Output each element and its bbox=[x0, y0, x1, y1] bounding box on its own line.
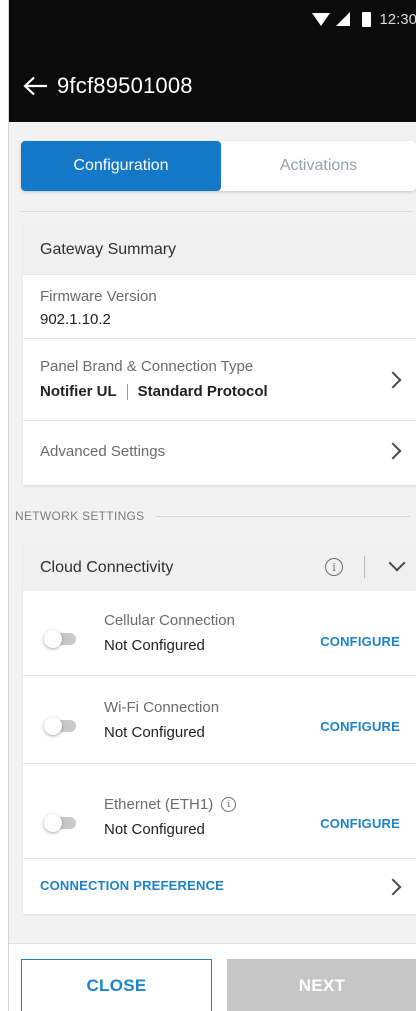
divider bbox=[156, 515, 410, 517]
wifi-icon bbox=[312, 12, 331, 26]
cellular-connection-status: Not Configured bbox=[104, 637, 205, 654]
tab-activations[interactable]: Activations bbox=[221, 141, 416, 191]
cellular-connection-text: Cellular Connection bbox=[104, 612, 235, 629]
advanced-settings-label: Advanced Settings bbox=[40, 442, 166, 460]
info-icon[interactable]: i bbox=[221, 797, 237, 812]
info-icon[interactable]: i bbox=[325, 558, 343, 576]
wifi-connection-row: Wi-Fi Connection Not Configured CONFIGUR… bbox=[23, 676, 416, 764]
cellular-toggle[interactable] bbox=[44, 630, 76, 648]
configure-wifi-button[interactable]: CONFIGURE bbox=[320, 719, 400, 734]
toggle-knob bbox=[44, 630, 62, 648]
connection-preference-label: CONNECTION PREFERENCE bbox=[40, 878, 225, 893]
cloud-connectivity-title: Cloud Connectivity bbox=[40, 558, 174, 576]
connection-type-value: Standard Protocol bbox=[137, 383, 268, 400]
ethernet-connection-label: Ethernet (ETH1) i bbox=[104, 796, 237, 813]
toggle-knob bbox=[44, 814, 62, 832]
cloud-connectivity-header: Cloud Connectivity i bbox=[23, 544, 416, 591]
chevron-down-icon[interactable] bbox=[388, 554, 406, 572]
configure-ethernet-button[interactable]: CONFIGURE bbox=[320, 816, 400, 831]
cellular-connection-row: Cellular Connection Not Configured CONFI… bbox=[23, 591, 416, 676]
ethernet-connection-status: Not Configured bbox=[104, 821, 205, 838]
status-bar: 12:30 bbox=[9, 0, 416, 38]
value-separator bbox=[126, 383, 128, 400]
battery-icon bbox=[362, 11, 372, 27]
gateway-summary-header: Gateway Summary bbox=[23, 225, 416, 275]
status-icons: 12:30 bbox=[312, 10, 416, 28]
status-time: 12:30 bbox=[379, 10, 416, 28]
arrow-left-icon[interactable] bbox=[23, 76, 49, 96]
configure-cellular-button[interactable]: CONFIGURE bbox=[320, 634, 400, 649]
connection-preference-row[interactable]: CONNECTION PREFERENCE bbox=[23, 859, 416, 914]
firmware-version-value: 902.1.10.2 bbox=[40, 311, 111, 328]
app-frame: 12:30 9fcf89501008 Configuration Activat… bbox=[8, 0, 416, 1011]
next-button[interactable]: NEXT bbox=[227, 959, 416, 1011]
signal-icon bbox=[336, 12, 351, 26]
network-settings-heading: NETWORK SETTINGS bbox=[15, 509, 410, 523]
app-bar: 9fcf89501008 bbox=[9, 38, 416, 122]
panel-brand-value: Notifier UL bbox=[40, 383, 117, 400]
tab-bar: Configuration Activations bbox=[21, 141, 416, 191]
wifi-connection-status: Not Configured bbox=[104, 724, 205, 741]
ethernet-connection-text: Ethernet (ETH1) bbox=[104, 796, 214, 813]
cellular-connection-label: Cellular Connection bbox=[104, 612, 235, 629]
close-button[interactable]: CLOSE bbox=[21, 959, 212, 1011]
wifi-connection-label: Wi-Fi Connection bbox=[104, 699, 219, 716]
ethernet-toggle[interactable] bbox=[44, 814, 76, 832]
ethernet-connection-row: Ethernet (ETH1) i Not Configured CONFIGU… bbox=[23, 764, 416, 859]
wifi-connection-text: Wi-Fi Connection bbox=[104, 699, 220, 716]
panel-brand-row[interactable]: Panel Brand & Connection Type Notifier U… bbox=[23, 339, 416, 421]
divider bbox=[364, 556, 365, 578]
divider bbox=[21, 211, 413, 212]
network-settings-label: NETWORK SETTINGS bbox=[15, 509, 145, 523]
firmware-version-label: Firmware Version bbox=[40, 288, 157, 305]
cloud-connectivity-card: Cloud Connectivity i Cellular Connection… bbox=[23, 544, 416, 914]
page-title: 9fcf89501008 bbox=[57, 73, 193, 98]
toggle-knob bbox=[44, 717, 62, 735]
advanced-settings-row[interactable]: Advanced Settings bbox=[23, 421, 416, 481]
footer-bar: CLOSE NEXT bbox=[9, 943, 416, 1011]
firmware-version-row: Firmware Version 902.1.10.2 bbox=[23, 275, 416, 339]
gateway-summary-card: Gateway Summary Firmware Version 902.1.1… bbox=[23, 225, 416, 485]
panel-brand-label: Panel Brand & Connection Type bbox=[40, 358, 254, 375]
tab-configuration[interactable]: Configuration bbox=[21, 141, 221, 191]
chevron-right-icon bbox=[384, 878, 402, 896]
wifi-toggle[interactable] bbox=[44, 717, 76, 735]
chevron-right-icon bbox=[384, 442, 402, 460]
panel-brand-values: Notifier UL Standard Protocol bbox=[40, 383, 400, 400]
